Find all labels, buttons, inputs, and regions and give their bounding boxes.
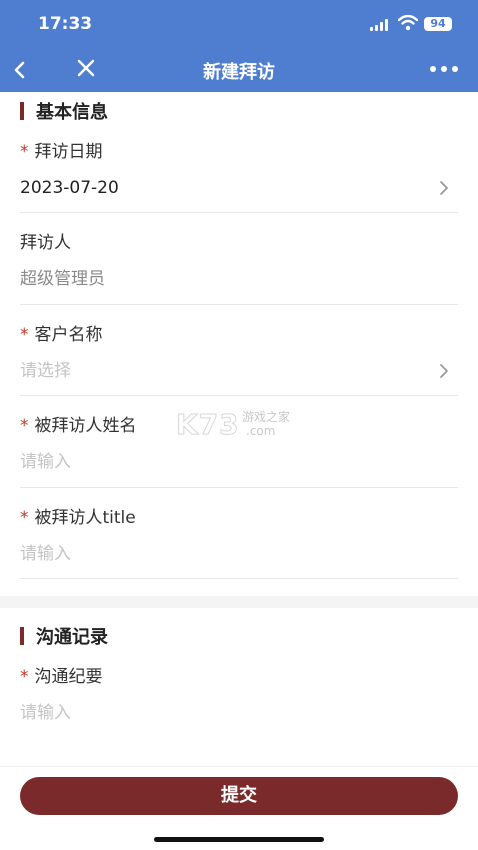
visitee-title-label: 被拜访人title	[34, 508, 136, 528]
section-marker	[20, 627, 24, 645]
summary-label: 沟通纪要	[34, 667, 103, 687]
section-header-comm: 沟通记录	[20, 624, 108, 648]
battery-icon: 94	[424, 17, 452, 31]
visitee-name-input[interactable]: 请输入	[20, 450, 458, 474]
watermark: K73 游戏之家 .com	[176, 408, 306, 442]
customer-field[interactable]: * 客户名称 请选择	[20, 323, 458, 383]
customer-label: 客户名称	[34, 325, 103, 345]
required-mark: *	[20, 325, 29, 345]
watermark-domain: .com	[246, 424, 276, 438]
status-bar: 17:33 94	[0, 0, 478, 48]
field-label: * 被拜访人title	[20, 506, 458, 530]
status-time: 17:33	[38, 14, 93, 34]
required-mark: *	[20, 508, 29, 528]
bottom-separator	[0, 766, 478, 767]
field-label: * 沟通纪要	[20, 665, 458, 689]
chevron-right-icon[interactable]	[438, 363, 450, 379]
visitee-title-field[interactable]: * 被拜访人title 请输入	[20, 506, 458, 566]
divider	[20, 578, 458, 579]
customer-select[interactable]: 请选择	[20, 359, 458, 383]
wifi-icon	[398, 15, 418, 31]
page-title: 新建拜访	[203, 62, 275, 83]
visitor-label: 拜访人	[20, 233, 71, 253]
visitee-name-label: 被拜访人姓名	[34, 416, 137, 436]
required-mark: *	[20, 142, 29, 162]
submit-button[interactable]: 提交	[20, 777, 458, 815]
section-title: 沟通记录	[36, 627, 108, 648]
visit-date-label: 拜访日期	[34, 142, 103, 162]
more-icon[interactable]	[428, 64, 460, 74]
visit-date-value[interactable]: 2023-07-20	[20, 176, 458, 200]
visitee-title-input[interactable]: 请输入	[20, 542, 458, 566]
field-label: * 客户名称	[20, 323, 458, 347]
top-bar: 17:33 94 新建拜访	[0, 0, 478, 92]
field-label: * 拜访日期	[20, 140, 458, 164]
section-gap	[0, 596, 478, 608]
divider	[20, 212, 458, 213]
visitor-value: 超级管理员	[20, 269, 105, 289]
summary-field[interactable]: * 沟通纪要 请输入	[20, 665, 458, 725]
divider	[20, 395, 458, 396]
required-mark: *	[20, 416, 29, 436]
section-title: 基本信息	[36, 102, 108, 123]
chevron-right-icon[interactable]	[438, 180, 450, 196]
section-marker	[20, 102, 24, 120]
section-header-basic: 基本信息	[20, 99, 108, 123]
nav-bar: 新建拜访	[0, 48, 478, 92]
watermark-logo: K73	[176, 408, 240, 442]
divider	[20, 487, 458, 488]
visitor-field: 拜访人 超级管理员	[20, 231, 458, 291]
summary-textarea[interactable]: 请输入	[20, 701, 458, 725]
required-mark: *	[20, 667, 29, 687]
signal-icon	[370, 19, 392, 31]
divider	[20, 304, 458, 305]
visit-date-field[interactable]: * 拜访日期 2023-07-20	[20, 140, 458, 200]
watermark-text: 游戏之家	[242, 410, 291, 424]
home-indicator	[154, 837, 324, 842]
